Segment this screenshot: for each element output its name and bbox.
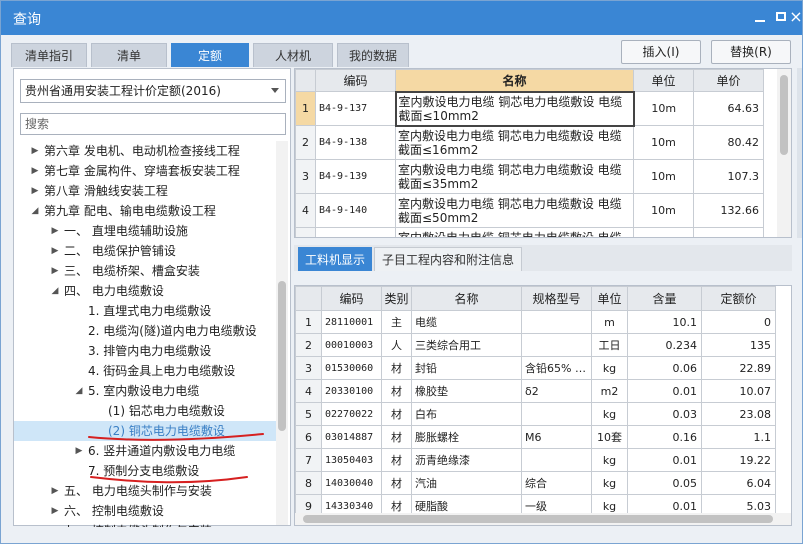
query-dialog: 查询 × 清单指引 清单 定额 人材机 我的数据 插入(I) 替换(R) 贵州省…: [0, 0, 803, 544]
annotation-overlay: [88, 433, 264, 484]
red-underline-mark: [88, 433, 264, 441]
red-underline-mark: [90, 476, 248, 484]
